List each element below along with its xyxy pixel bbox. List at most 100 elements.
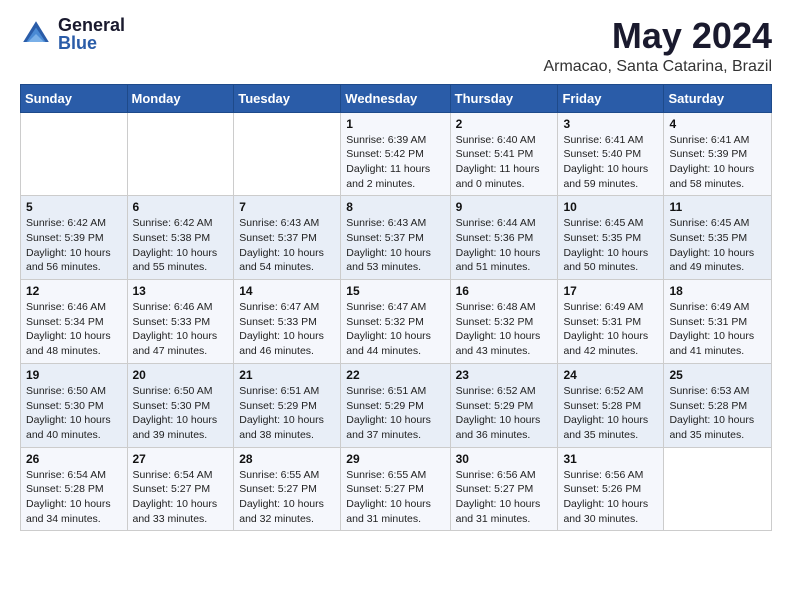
day-number: 28 — [239, 452, 335, 466]
header-saturday: Saturday — [664, 84, 772, 112]
day-info: Sunrise: 6:52 AMSunset: 5:29 PMDaylight:… — [456, 384, 553, 443]
day-number: 21 — [239, 368, 335, 382]
day-number: 6 — [133, 200, 229, 214]
day-number: 15 — [346, 284, 444, 298]
day-number: 4 — [669, 117, 766, 131]
day-number: 29 — [346, 452, 444, 466]
calendar-cell — [664, 447, 772, 531]
header-row: Sunday Monday Tuesday Wednesday Thursday… — [21, 84, 772, 112]
calendar-cell: 31 Sunrise: 6:56 AMSunset: 5:26 PMDayligh… — [558, 447, 664, 531]
calendar-cell: 22 Sunrise: 6:51 AMSunset: 5:29 PMDayligh… — [341, 363, 450, 447]
day-info: Sunrise: 6:49 AMSunset: 5:31 PMDaylight:… — [563, 300, 658, 359]
day-number: 5 — [26, 200, 122, 214]
day-info: Sunrise: 6:50 AMSunset: 5:30 PMDaylight:… — [26, 384, 122, 443]
day-info: Sunrise: 6:51 AMSunset: 5:29 PMDaylight:… — [239, 384, 335, 443]
day-number: 23 — [456, 368, 553, 382]
calendar-cell: 16 Sunrise: 6:48 AMSunset: 5:32 PMDayligh… — [450, 280, 558, 364]
page: General Blue May 2024 Armacao, Santa Cat… — [0, 0, 792, 547]
day-number: 16 — [456, 284, 553, 298]
day-info: Sunrise: 6:42 AMSunset: 5:39 PMDaylight:… — [26, 216, 122, 275]
day-info: Sunrise: 6:50 AMSunset: 5:30 PMDaylight:… — [133, 384, 229, 443]
calendar-cell: 10 Sunrise: 6:45 AMSunset: 5:35 PMDayligh… — [558, 196, 664, 280]
calendar-cell: 23 Sunrise: 6:52 AMSunset: 5:29 PMDayligh… — [450, 363, 558, 447]
day-info: Sunrise: 6:47 AMSunset: 5:33 PMDaylight:… — [239, 300, 335, 359]
calendar-week-2: 5 Sunrise: 6:42 AMSunset: 5:39 PMDaylight… — [21, 196, 772, 280]
header-tuesday: Tuesday — [234, 84, 341, 112]
day-info: Sunrise: 6:48 AMSunset: 5:32 PMDaylight:… — [456, 300, 553, 359]
calendar-cell: 7 Sunrise: 6:43 AMSunset: 5:37 PMDaylight… — [234, 196, 341, 280]
calendar-cell: 3Sunrise: 6:41 AMSunset: 5:40 PMDaylight… — [558, 112, 664, 196]
calendar-cell: 30Sunrise: 6:56 AMSunset: 5:27 PMDayligh… — [450, 447, 558, 531]
day-number: 1 — [346, 117, 444, 131]
day-info: Sunrise: 6:43 AMSunset: 5:37 PMDaylight:… — [239, 216, 335, 275]
day-number: 20 — [133, 368, 229, 382]
day-info: Sunrise: 6:43 AMSunset: 5:37 PMDaylight:… — [346, 216, 444, 275]
calendar-week-5: 26Sunrise: 6:54 AMSunset: 5:28 PMDayligh… — [21, 447, 772, 531]
day-number: 13 — [133, 284, 229, 298]
logo: General Blue — [20, 16, 125, 52]
day-info: Sunrise: 6:52 AMSunset: 5:28 PMDaylight:… — [563, 384, 658, 443]
day-info: Sunrise: 6:56 AMSunset: 5:27 PMDaylight:… — [456, 468, 553, 527]
calendar-week-1: 1 Sunrise: 6:39 AMSunset: 5:42 PMDaylight… — [21, 112, 772, 196]
day-number: 7 — [239, 200, 335, 214]
calendar-cell: 21 Sunrise: 6:51 AMSunset: 5:29 PMDayligh… — [234, 363, 341, 447]
calendar-cell: 17 Sunrise: 6:49 AMSunset: 5:31 PMDayligh… — [558, 280, 664, 364]
day-info: Sunrise: 6:55 AMSunset: 5:27 PMDaylight:… — [239, 468, 335, 527]
calendar-cell: 6 Sunrise: 6:42 AMSunset: 5:38 PMDaylight… — [127, 196, 234, 280]
day-number: 2 — [456, 117, 553, 131]
header-sunday: Sunday — [21, 84, 128, 112]
calendar-cell: 1 Sunrise: 6:39 AMSunset: 5:42 PMDaylight… — [341, 112, 450, 196]
day-number: 31 — [563, 452, 658, 466]
day-info: Sunrise: 6:45 AMSunset: 5:35 PMDaylight:… — [563, 216, 658, 275]
calendar-cell — [21, 112, 128, 196]
day-number: 25 — [669, 368, 766, 382]
day-number: 10 — [563, 200, 658, 214]
calendar-cell: 26Sunrise: 6:54 AMSunset: 5:28 PMDayligh… — [21, 447, 128, 531]
logo-icon — [20, 18, 52, 50]
calendar-cell: 28 Sunrise: 6:55 AMSunset: 5:27 PMDayligh… — [234, 447, 341, 531]
day-info: Sunrise: 6:46 AMSunset: 5:33 PMDaylight:… — [133, 300, 229, 359]
day-number: 19 — [26, 368, 122, 382]
day-number: 8 — [346, 200, 444, 214]
day-info: Sunrise: 6:51 AMSunset: 5:29 PMDaylight:… — [346, 384, 444, 443]
calendar-cell: 2Sunrise: 6:40 AMSunset: 5:41 PMDaylight… — [450, 112, 558, 196]
day-info: Sunrise: 6:56 AMSunset: 5:26 PMDaylight:… — [563, 468, 658, 527]
calendar-cell: 27Sunrise: 6:54 AMSunset: 5:27 PMDayligh… — [127, 447, 234, 531]
day-info: Sunrise: 6:44 AMSunset: 5:36 PMDaylight:… — [456, 216, 553, 275]
header-monday: Monday — [127, 84, 234, 112]
day-info: Sunrise: 6:42 AMSunset: 5:38 PMDaylight:… — [133, 216, 229, 275]
logo-text: General Blue — [58, 16, 125, 52]
day-info: Sunrise: 6:54 AMSunset: 5:27 PMDaylight:… — [133, 468, 229, 527]
day-info: Sunrise: 6:53 AMSunset: 5:28 PMDaylight:… — [669, 384, 766, 443]
calendar-cell: 20 Sunrise: 6:50 AMSunset: 5:30 PMDayligh… — [127, 363, 234, 447]
day-number: 9 — [456, 200, 553, 214]
calendar-cell — [234, 112, 341, 196]
header-wednesday: Wednesday — [341, 84, 450, 112]
day-number: 18 — [669, 284, 766, 298]
calendar-cell: 14 Sunrise: 6:47 AMSunset: 5:33 PMDayligh… — [234, 280, 341, 364]
day-number: 22 — [346, 368, 444, 382]
day-number: 12 — [26, 284, 122, 298]
day-info: Sunrise: 6:55 AMSunset: 5:27 PMDaylight:… — [346, 468, 444, 527]
calendar-cell: 5 Sunrise: 6:42 AMSunset: 5:39 PMDaylight… — [21, 196, 128, 280]
calendar-body: 1 Sunrise: 6:39 AMSunset: 5:42 PMDaylight… — [21, 112, 772, 531]
calendar-header: Sunday Monday Tuesday Wednesday Thursday… — [21, 84, 772, 112]
day-info: Sunrise: 6:41 AMSunset: 5:39 PMDaylight:… — [669, 133, 766, 192]
calendar-cell: 15Sunrise: 6:47 AMSunset: 5:32 PMDayligh… — [341, 280, 450, 364]
calendar-table: Sunday Monday Tuesday Wednesday Thursday… — [20, 84, 772, 532]
day-number: 14 — [239, 284, 335, 298]
day-number: 3 — [563, 117, 658, 131]
header-friday: Friday — [558, 84, 664, 112]
day-info: Sunrise: 6:39 AMSunset: 5:42 PMDaylight:… — [346, 133, 444, 192]
day-number: 17 — [563, 284, 658, 298]
title-block: May 2024 Armacao, Santa Catarina, Brazil — [543, 16, 772, 76]
calendar-cell: 8 Sunrise: 6:43 AMSunset: 5:37 PMDaylight… — [341, 196, 450, 280]
calendar-week-4: 19 Sunrise: 6:50 AMSunset: 5:30 PMDayligh… — [21, 363, 772, 447]
logo-blue-text: Blue — [58, 34, 125, 52]
calendar-cell: 11Sunrise: 6:45 AMSunset: 5:35 PMDayligh… — [664, 196, 772, 280]
day-number: 24 — [563, 368, 658, 382]
logo-general-text: General — [58, 16, 125, 34]
calendar-cell: 4 Sunrise: 6:41 AMSunset: 5:39 PMDaylight… — [664, 112, 772, 196]
calendar-cell: 12Sunrise: 6:46 AMSunset: 5:34 PMDayligh… — [21, 280, 128, 364]
header: General Blue May 2024 Armacao, Santa Cat… — [20, 16, 772, 76]
